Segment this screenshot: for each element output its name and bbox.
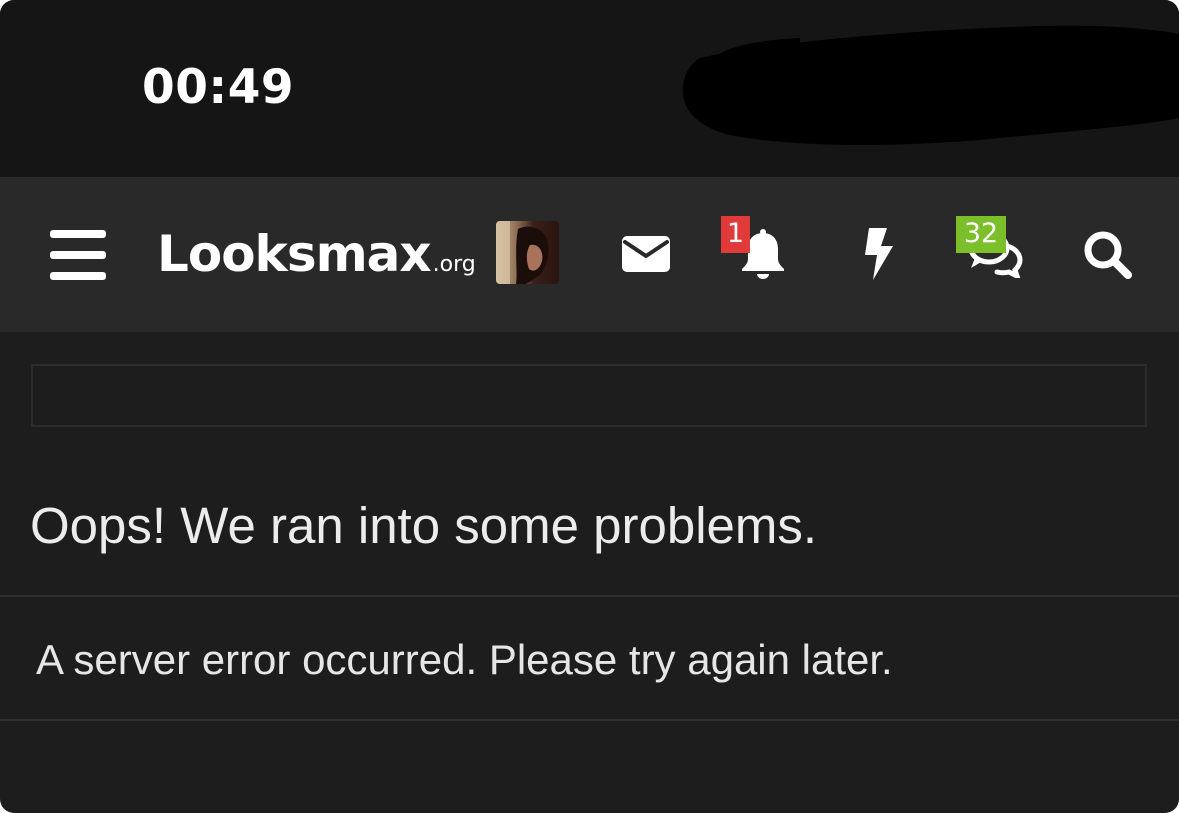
hamburger-menu-icon	[50, 230, 106, 280]
phone-screen: 00:49 Looksmax .org 1 32 Oops! We ran in…	[0, 0, 1179, 813]
whats-new-button[interactable]	[860, 225, 898, 283]
search-button[interactable]	[1080, 227, 1136, 283]
envelope-icon	[622, 236, 670, 272]
error-message: A server error occurred. Please try agai…	[36, 636, 893, 683]
divider	[0, 595, 1179, 597]
divider	[0, 719, 1179, 721]
avatar-image	[496, 221, 559, 284]
error-title: Oops! We ran into some problems.	[30, 497, 818, 554]
menu-button[interactable]	[46, 227, 110, 283]
logo-text: Looksmax	[157, 225, 432, 283]
magnifier-icon	[1084, 231, 1132, 279]
bolt-icon	[865, 228, 893, 280]
redaction-scribble	[682, 25, 1179, 145]
top-navbar: Looksmax .org 1 32	[0, 177, 1179, 332]
site-logo[interactable]: Looksmax .org	[157, 225, 476, 285]
logo-tld: .org	[432, 252, 476, 277]
conversations-count-badge: 32	[956, 216, 1006, 253]
alerts-count-badge: 1	[721, 216, 750, 253]
user-avatar[interactable]	[496, 221, 559, 284]
status-bar: 00:49	[0, 0, 1179, 177]
notice-placeholder	[31, 364, 1147, 427]
inbox-button[interactable]	[619, 231, 673, 277]
